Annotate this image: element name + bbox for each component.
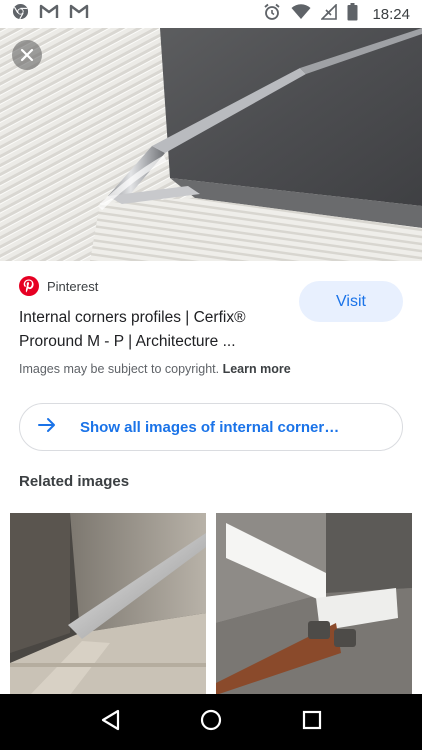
result-title[interactable]: Internal corners profiles | Cerfix® Pror…: [19, 306, 289, 354]
battery-icon: [347, 2, 358, 26]
arrow-right-icon: [38, 417, 56, 438]
alarm-icon: [263, 3, 281, 26]
close-button[interactable]: [12, 40, 42, 70]
result-image[interactable]: [0, 28, 422, 261]
no-signal-icon: [320, 2, 338, 25]
back-icon[interactable]: [100, 709, 120, 736]
chrome-icon: [12, 3, 29, 25]
wifi-icon: [291, 3, 311, 25]
status-bar: 18:24: [0, 0, 422, 28]
related-image-1[interactable]: [10, 513, 206, 695]
gmail-icon: [39, 4, 59, 24]
copyright-text: Images may be subject to copyright.: [19, 362, 220, 376]
gmail-icon: [69, 4, 89, 24]
visit-button[interactable]: Visit: [299, 281, 403, 322]
screen: 18:24 Pinterest Internal corners profile…: [0, 0, 422, 750]
status-time: 18:24: [372, 5, 410, 23]
related-image-2[interactable]: [216, 513, 412, 695]
source-row[interactable]: Pinterest: [19, 276, 98, 296]
source-name: Pinterest: [47, 278, 99, 294]
related-images-heading: Related images: [19, 473, 130, 490]
show-all-label: Show all images of internal corner…: [80, 418, 340, 436]
status-left: [12, 3, 89, 25]
pinterest-logo-icon: [19, 276, 39, 296]
navigation-bar: [0, 694, 422, 750]
close-icon: [20, 48, 34, 62]
recents-icon[interactable]: [302, 710, 322, 735]
show-all-images-button[interactable]: Show all images of internal corner…: [19, 403, 403, 451]
related-images-grid: [10, 513, 412, 695]
learn-more-link[interactable]: Learn more: [223, 362, 291, 376]
home-icon[interactable]: [200, 709, 222, 736]
copyright-notice: Images may be subject to copyright. Lear…: [19, 362, 291, 376]
status-right: 18:24: [263, 2, 410, 26]
